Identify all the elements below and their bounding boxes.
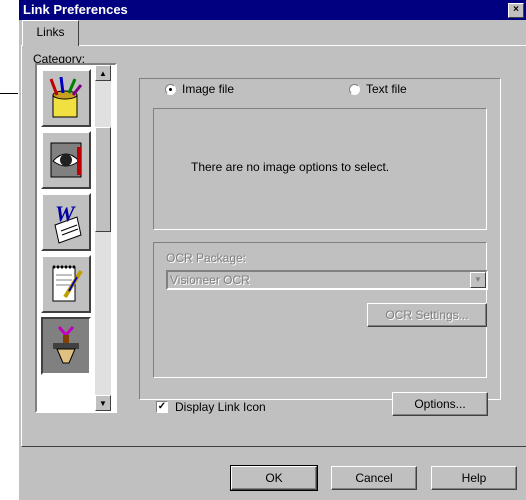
- category-item-word[interactable]: W: [41, 193, 91, 251]
- scroll-down-button[interactable]: ▼: [95, 395, 111, 411]
- radio-unselected-icon: [349, 83, 360, 95]
- category-item-eye[interactable]: [41, 131, 91, 189]
- text-file-radio[interactable]: Text file: [345, 82, 411, 96]
- options-button[interactable]: Options...: [392, 392, 488, 416]
- tab-links[interactable]: Links: [22, 20, 79, 46]
- ocr-package-label: OCR Package:: [166, 251, 247, 265]
- radio-selected-icon: [165, 83, 176, 95]
- image-file-label: Image file: [182, 82, 235, 96]
- tab-links-label: Links: [36, 25, 65, 39]
- eye-icon: [50, 142, 82, 178]
- svg-text:W: W: [55, 201, 76, 226]
- scroll-up-button[interactable]: ▲: [95, 65, 111, 81]
- display-link-icon-checkbox[interactable]: ✓: [156, 401, 168, 413]
- close-button[interactable]: ×: [508, 3, 524, 18]
- text-file-label: Text file: [366, 82, 407, 96]
- paint-cup-icon: [49, 76, 83, 118]
- ocr-package-value: Visioneer OCR: [170, 273, 250, 287]
- cancel-button[interactable]: Cancel: [331, 466, 417, 490]
- category-item-notepad[interactable]: [41, 255, 91, 313]
- ocr-package-select[interactable]: Visioneer OCR ▼: [166, 270, 488, 290]
- category-list[interactable]: W ▲ ▼: [35, 63, 117, 413]
- category-scrollbar[interactable]: ▲ ▼: [95, 65, 111, 411]
- help-button[interactable]: Help: [431, 466, 517, 490]
- link-preferences-dialog: Link Preferences × Links Category: W ▲ ▼…: [18, 0, 526, 500]
- no-options-message: There are no image options to select.: [191, 160, 390, 174]
- ocr-settings-button[interactable]: OCR Settings...: [367, 303, 487, 327]
- chevron-down-icon[interactable]: ▼: [470, 272, 486, 288]
- category-item-paint[interactable]: [41, 69, 91, 127]
- notepad-pen-icon: [52, 265, 83, 302]
- stamp-icon: [53, 326, 79, 364]
- title-bar: Link Preferences ×: [19, 0, 526, 20]
- category-item-stamp[interactable]: [41, 317, 91, 375]
- ok-button[interactable]: OK: [230, 465, 318, 491]
- window-title: Link Preferences: [23, 2, 128, 17]
- scroll-thumb[interactable]: [95, 127, 111, 232]
- display-link-icon-label: Display Link Icon: [175, 400, 266, 414]
- image-file-radio[interactable]: Image file: [161, 82, 239, 96]
- word-document-icon: W: [54, 201, 82, 244]
